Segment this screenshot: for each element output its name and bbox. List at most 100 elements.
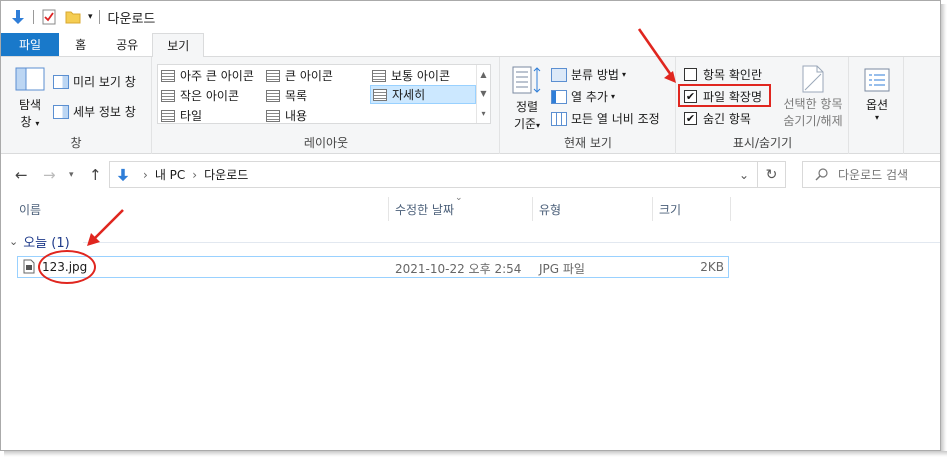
add-column-button[interactable]: 열 추가 ▾: [551, 88, 615, 105]
breadcrumb-this-pc[interactable]: 내 PC: [155, 166, 185, 183]
folder-icon[interactable]: [64, 8, 82, 26]
ribbon-tabs: 파일 홈 공유 보기: [1, 33, 940, 57]
layout-tiles[interactable]: 타일: [161, 107, 202, 124]
chevron-down-icon: ▾: [621, 70, 626, 79]
sort-indicator-icon: ⌄: [455, 193, 463, 203]
column-header-label: 크기: [659, 202, 682, 217]
layout-medium-icons[interactable]: 보통 아이콘: [372, 67, 450, 84]
layout-small-icons[interactable]: 작은 아이콘: [161, 87, 239, 104]
chevron-down-icon: ▾: [35, 119, 40, 128]
group-by-icon: [551, 67, 567, 82]
up-icon[interactable]: ↑: [89, 166, 102, 184]
large-icons-icon: [266, 69, 280, 82]
group-header-today[interactable]: ⌄ 오늘 (1): [9, 232, 70, 251]
chevron-down-icon: ▾: [874, 113, 879, 122]
ribbon: 탐색 창 ▾ 미리 보기 창 세부 정보 창 창 아주 큰 아이콘 큰 아이콘 …: [1, 57, 940, 154]
file-icon: [23, 259, 35, 277]
table-row[interactable]: 123.jpg 2021-10-22 오후 2:54 JPG 파일 2KB: [17, 256, 729, 278]
window-shadow-bottom: [4, 451, 947, 457]
group-label-current-view: 현재 보기: [564, 136, 612, 150]
column-header-size[interactable]: 크기: [653, 197, 731, 221]
content-icon: [266, 109, 280, 122]
chevron-right-icon[interactable]: ›: [192, 168, 197, 182]
search-icon: [815, 168, 828, 181]
nav-pane-button[interactable]: 탐색 창 ▾: [13, 67, 47, 130]
preview-pane-button[interactable]: 미리 보기 창: [53, 73, 136, 90]
group-header-label: 오늘 (1): [23, 236, 70, 251]
scroll-down-icon[interactable]: ▼: [480, 89, 486, 98]
hide-selected-button[interactable]: 선택한 항목 숨기기/해제: [779, 65, 847, 129]
tab-view[interactable]: 보기: [152, 33, 205, 57]
layout-gallery-scroll[interactable]: ▲ ▼ ▾: [476, 65, 490, 123]
tab-home[interactable]: 홈: [59, 33, 102, 56]
item-checkboxes-checkbox[interactable]: [684, 68, 697, 81]
group-by-button[interactable]: 분류 방법 ▾: [551, 66, 626, 83]
chevron-down-icon: ▾: [536, 121, 541, 130]
file-modified: 2021-10-22 오후 2:54: [395, 262, 522, 276]
sort-label-1: 정렬: [515, 100, 539, 114]
fit-columns-icon: [551, 111, 567, 126]
down-arrow-icon[interactable]: [9, 8, 27, 26]
hidden-items-checkbox[interactable]: [684, 112, 697, 125]
nav-pane-icon: [15, 67, 45, 91]
nav-pane-label-2: 창: [20, 115, 32, 129]
layout-details[interactable]: 자세히: [370, 85, 476, 104]
search-box[interactable]: 다운로드 검색: [802, 161, 940, 188]
tiles-icon: [161, 109, 175, 122]
medium-icons-icon: [372, 69, 386, 82]
item-checkboxes-toggle[interactable]: 항목 확인란: [684, 66, 762, 83]
group-divider: [83, 242, 940, 243]
chevron-right-icon[interactable]: ›: [143, 168, 148, 182]
details-icon: [373, 88, 387, 101]
add-column-icon: [551, 89, 567, 104]
options-button[interactable]: 옵션 ▾: [856, 67, 898, 122]
window-shadow-right: [941, 4, 947, 455]
group-label-pane: 창: [70, 136, 82, 150]
fit-columns-label: 모든 열 너비 조정: [571, 112, 660, 126]
customize-dropdown-icon[interactable]: ▾: [88, 12, 93, 22]
back-icon[interactable]: ←: [15, 166, 28, 184]
group-by-label: 분류 방법: [571, 68, 619, 82]
layout-item-label: 내용: [285, 109, 308, 123]
details-pane-button[interactable]: 세부 정보 창: [53, 103, 136, 120]
hidden-items-toggle[interactable]: 숨긴 항목: [684, 110, 751, 127]
annotation-arrow-icon: [87, 209, 124, 246]
column-header-type[interactable]: 유형: [533, 197, 653, 221]
layout-item-label: 자세히: [392, 88, 426, 102]
annotation-highlight-box: [678, 84, 771, 107]
group-options: 옵션 ▾: [850, 57, 904, 154]
forward-icon[interactable]: →: [43, 166, 56, 184]
layout-item-label: 아주 큰 아이콘: [180, 69, 254, 83]
address-bar[interactable]: › 내 PC › 다운로드 ⌄: [109, 161, 758, 188]
hide-selected-icon: [802, 65, 824, 93]
hide-selected-label-1: 선택한 항목: [783, 97, 843, 111]
annotation-circle: [38, 250, 96, 284]
chevron-down-icon: ▾: [610, 92, 615, 101]
layout-content[interactable]: 내용: [266, 107, 307, 124]
sort-icon: [512, 66, 541, 94]
layout-gallery: 아주 큰 아이콘 큰 아이콘 보통 아이콘 작은 아이콘 목록 자세히 타일 내…: [157, 64, 491, 124]
column-header-name[interactable]: 이름: [13, 197, 389, 221]
preview-pane-label: 미리 보기 창: [73, 75, 136, 89]
group-pane: 탐색 창 ▾ 미리 보기 창 세부 정보 창 창: [1, 57, 152, 154]
title-separator: [33, 10, 34, 24]
fit-columns-button[interactable]: 모든 열 너비 조정: [551, 110, 660, 127]
layout-list[interactable]: 목록: [266, 87, 307, 104]
tab-file[interactable]: 파일: [1, 33, 60, 56]
hidden-items-label: 숨긴 항목: [703, 112, 751, 126]
file-type: JPG 파일: [539, 262, 585, 276]
sort-by-button[interactable]: 정렬 기준▾: [507, 65, 547, 132]
list-icon: [266, 89, 280, 102]
breadcrumb-downloads[interactable]: 다운로드: [204, 166, 248, 183]
chevron-down-icon[interactable]: ⌄: [9, 235, 18, 248]
layout-large-icons[interactable]: 큰 아이콘: [266, 67, 333, 84]
address-dropdown-icon[interactable]: ⌄: [739, 168, 749, 182]
recent-locations-icon[interactable]: ▾: [69, 170, 74, 180]
tab-share[interactable]: 공유: [102, 33, 152, 56]
refresh-icon[interactable]: ↻: [758, 161, 786, 188]
properties-icon[interactable]: [40, 8, 58, 26]
layout-extra-large-icons[interactable]: 아주 큰 아이콘: [161, 67, 254, 84]
expand-gallery-icon[interactable]: ▾: [481, 109, 485, 118]
scroll-up-icon[interactable]: ▲: [480, 70, 486, 79]
column-header-date[interactable]: 수정한 날짜 ⌄: [389, 193, 533, 221]
